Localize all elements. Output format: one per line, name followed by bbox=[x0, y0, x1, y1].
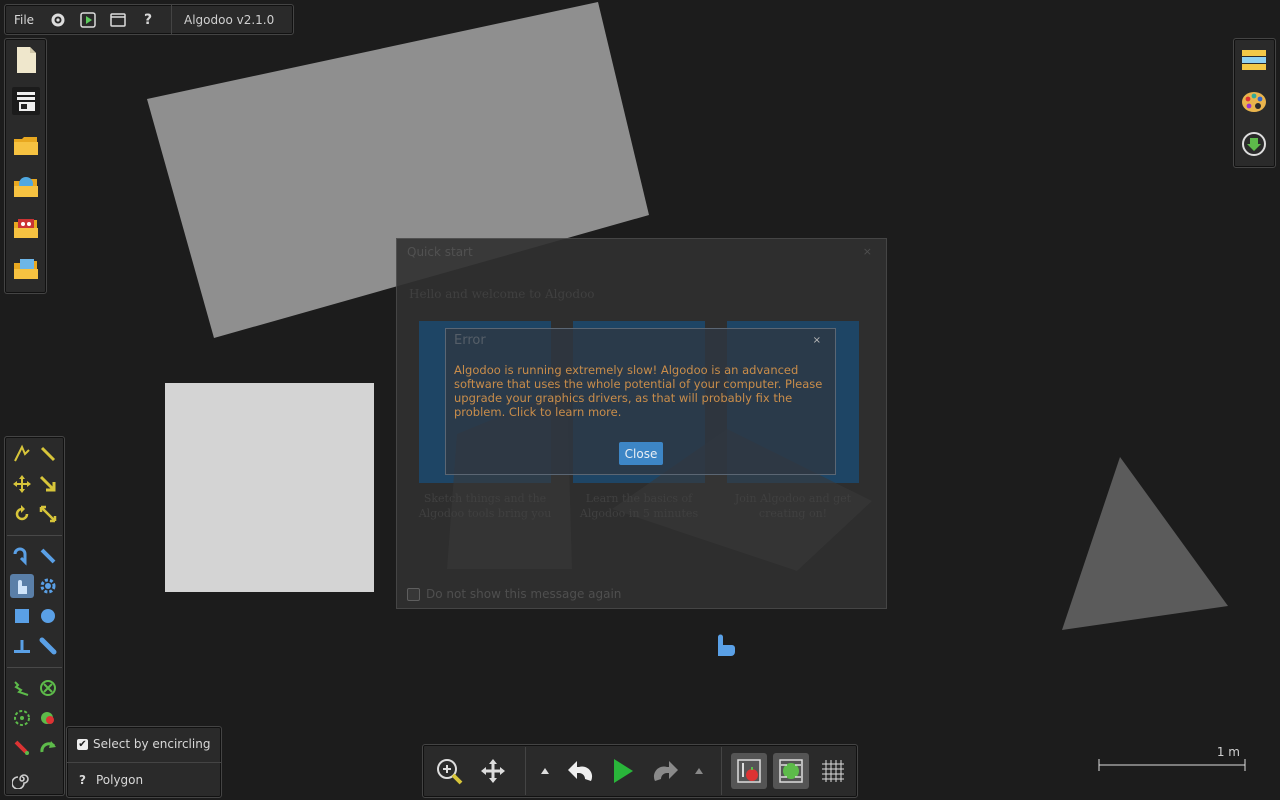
play-simulation-icon[interactable] bbox=[605, 753, 641, 789]
tracer-tool-icon[interactable] bbox=[36, 706, 60, 730]
scale-tool-icon[interactable] bbox=[36, 502, 60, 526]
window-icon[interactable] bbox=[103, 5, 133, 34]
drag-tool-icon[interactable] bbox=[36, 472, 60, 496]
help-icon[interactable]: ? bbox=[133, 5, 163, 34]
zoom-icon[interactable] bbox=[431, 753, 467, 789]
rotate-tool-icon[interactable] bbox=[10, 502, 34, 526]
select-by-encircling-option[interactable]: ✔ Select by encircling bbox=[67, 727, 221, 761]
air-friction-toggle-icon[interactable] bbox=[773, 753, 809, 789]
tools-divider bbox=[7, 535, 62, 536]
download-icon[interactable] bbox=[1241, 131, 1269, 159]
move-tool-icon[interactable] bbox=[10, 472, 34, 496]
spring-tool-icon[interactable] bbox=[10, 676, 34, 700]
circle-tool-icon[interactable] bbox=[36, 604, 60, 628]
lessons-folder-icon[interactable] bbox=[12, 214, 40, 242]
file-menu[interactable]: File bbox=[5, 5, 43, 34]
rope-tool-icon[interactable] bbox=[10, 544, 34, 568]
error-dialog: Error × Algodoo is running extremely slo… bbox=[445, 328, 836, 475]
chain-tool-icon[interactable] bbox=[36, 634, 60, 658]
do-not-show-again-option[interactable]: Do not show this message again bbox=[407, 587, 621, 601]
simulation-toolbar bbox=[422, 744, 858, 798]
layers-icon[interactable] bbox=[1241, 47, 1269, 75]
knife-tool-icon[interactable] bbox=[36, 544, 60, 568]
redo-icon[interactable] bbox=[647, 753, 683, 789]
select-by-encircling-checkbox[interactable]: ✔ bbox=[77, 738, 88, 750]
save-folder-icon[interactable] bbox=[12, 255, 40, 283]
version-label: Algodoo v2.1.0 bbox=[184, 12, 275, 27]
fixate-tool-icon[interactable] bbox=[36, 676, 60, 700]
plane-tool-icon[interactable] bbox=[10, 634, 34, 658]
toolbar-divider bbox=[525, 747, 526, 795]
undo-icon[interactable] bbox=[563, 753, 599, 789]
online-folder-icon[interactable] bbox=[12, 173, 40, 201]
welcome-caption-basics: Learn the basics of Algodoo in 5 minutes bbox=[579, 492, 699, 520]
laser-tool-icon[interactable] bbox=[10, 736, 34, 760]
undo-menu-arrow-icon[interactable] bbox=[533, 753, 557, 789]
axle-tool-icon[interactable] bbox=[10, 706, 34, 730]
file-toolbar bbox=[4, 38, 47, 294]
tool-options-panel: ✔ Select by encircling ? Polygon bbox=[66, 726, 222, 798]
thruster-tool-icon[interactable] bbox=[36, 736, 60, 760]
grid-toggle-icon[interactable] bbox=[815, 753, 851, 789]
error-close-icon[interactable]: × bbox=[813, 335, 821, 346]
gravity-toggle-icon[interactable] bbox=[731, 753, 767, 789]
square-shape[interactable] bbox=[165, 383, 374, 592]
palette-icon[interactable] bbox=[1241, 89, 1269, 117]
spiral-tool-icon[interactable] bbox=[10, 767, 34, 791]
scale-bar-label: 1 m bbox=[1216, 745, 1240, 759]
settings-icon[interactable] bbox=[43, 5, 73, 34]
scene-browser-icon[interactable] bbox=[12, 87, 40, 115]
error-dialog-title: Error bbox=[454, 333, 486, 348]
tools-divider-2 bbox=[7, 667, 62, 668]
pencil-tool-icon[interactable] bbox=[36, 442, 60, 466]
sketch-tool-icon[interactable] bbox=[10, 442, 34, 466]
box-tool-icon[interactable] bbox=[10, 604, 34, 628]
polygon-option[interactable]: ? Polygon bbox=[67, 763, 221, 797]
gear-tool-icon[interactable] bbox=[36, 574, 60, 598]
error-message[interactable]: Algodoo is running extremely slow! Algod… bbox=[454, 363, 826, 419]
polygon-label: Polygon bbox=[95, 773, 144, 787]
polygon-help-icon[interactable]: ? bbox=[79, 773, 86, 787]
scale-bar: 1 m bbox=[1098, 745, 1246, 771]
new-scene-icon[interactable] bbox=[12, 46, 40, 74]
select-by-encircling-label: Select by encircling bbox=[93, 737, 211, 751]
open-folder-icon[interactable] bbox=[12, 132, 40, 160]
hand-cursor-icon bbox=[718, 634, 735, 656]
pan-icon[interactable] bbox=[475, 753, 511, 789]
welcome-caption-join: Join Algodoo and get creating on! bbox=[734, 492, 852, 520]
top-menubar: File ? Algodoo v2.1.0 bbox=[4, 4, 294, 35]
play-scene-icon[interactable] bbox=[73, 5, 103, 34]
do-not-show-again-label: Do not show this message again bbox=[426, 587, 622, 601]
tools-panel bbox=[4, 436, 65, 796]
welcome-caption-sketch: Sketch things and the Algodoo tools brin… bbox=[418, 492, 552, 520]
triangle-shape[interactable] bbox=[1062, 457, 1228, 630]
do-not-show-again-checkbox[interactable] bbox=[407, 587, 420, 601]
close-button[interactable]: Close bbox=[619, 442, 663, 465]
select-hand-tool-icon[interactable] bbox=[10, 574, 34, 598]
right-toolbar bbox=[1233, 38, 1276, 168]
redo-menu-arrow-icon[interactable] bbox=[687, 753, 711, 789]
toolbar-divider-2 bbox=[721, 747, 722, 795]
